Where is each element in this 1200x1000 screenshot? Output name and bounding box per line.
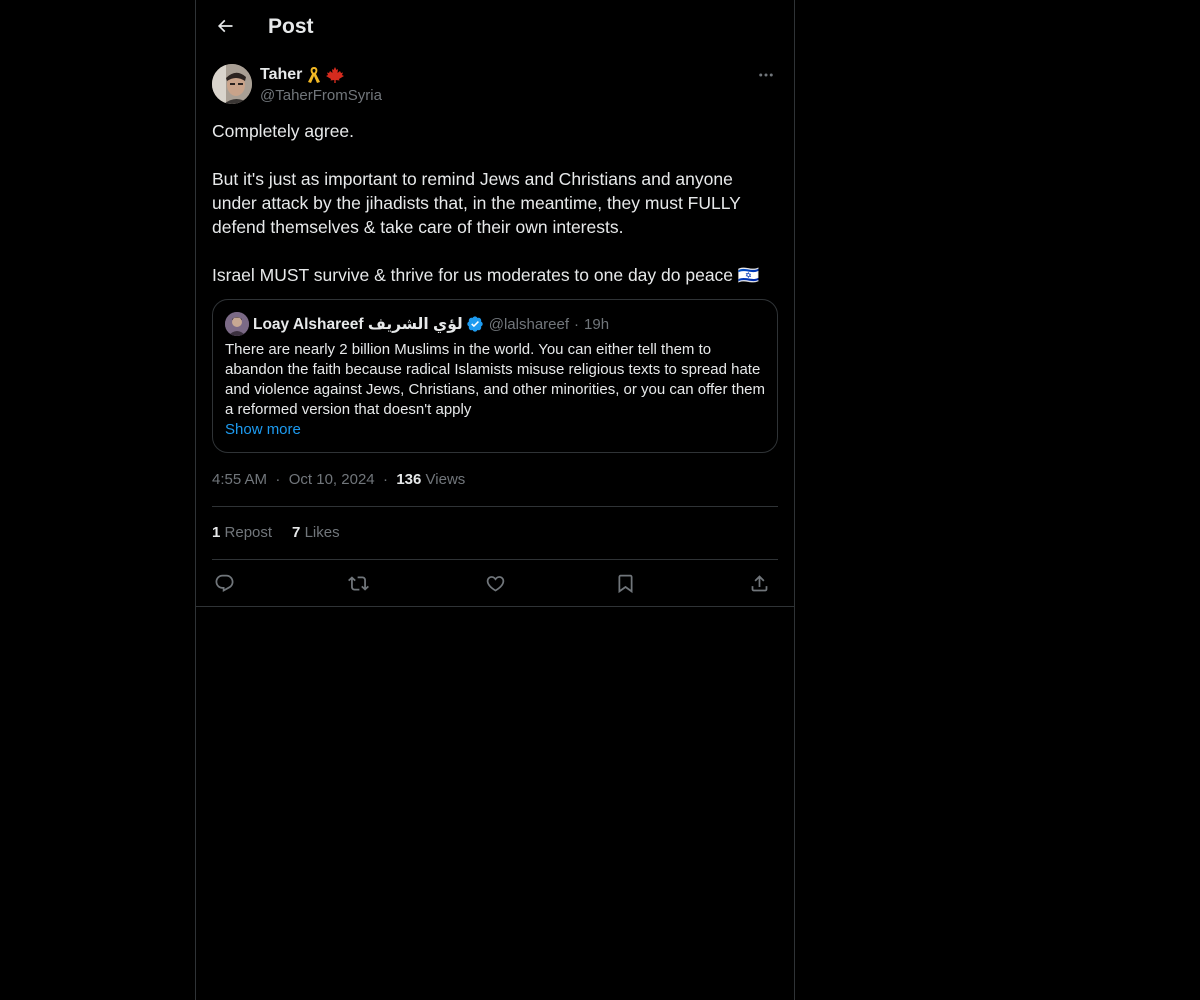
- arrow-left-icon: [215, 16, 235, 36]
- quoted-post-text: There are nearly 2 billion Muslims in th…: [225, 341, 765, 418]
- quoted-post[interactable]: Loay Alshareef لؤي الشريف @lalshareef · …: [212, 299, 778, 453]
- post-date[interactable]: Oct 10, 2024: [289, 471, 375, 488]
- repost-icon: [347, 573, 369, 594]
- post-header: Post: [196, 0, 794, 53]
- author-names: Taher @TaherFromSyria: [260, 64, 382, 106]
- quoted-author-name[interactable]: Loay Alshareef لؤي الشريف: [253, 315, 463, 334]
- reposts-count: 1: [212, 524, 221, 541]
- reposts-stat[interactable]: 1 Repost: [212, 523, 272, 543]
- likes-count: 7: [292, 524, 301, 541]
- post-paragraph: Israel MUST survive & thrive for us mode…: [212, 265, 760, 285]
- likes-label: Likes: [304, 524, 340, 541]
- post-meta: 4:55 AM · Oct 10, 2024 · 136 Views: [212, 470, 465, 490]
- more-horizontal-icon: [757, 66, 775, 84]
- post-paragraph: Completely agree.: [212, 121, 355, 141]
- repost-button[interactable]: [346, 571, 370, 595]
- page-title: Post: [268, 15, 314, 38]
- action-bar: [212, 571, 778, 595]
- author-handle[interactable]: @TaherFromSyria: [260, 86, 382, 106]
- quoted-post-header: Loay Alshareef لؤي الشريف @lalshareef · …: [225, 312, 609, 336]
- share-icon: [749, 573, 770, 594]
- main-column: Post Taher @TaherFromSyria Completely ag…: [195, 0, 795, 1000]
- separator-dot: ·: [382, 471, 388, 488]
- divider: [212, 506, 778, 507]
- divider: [212, 559, 778, 560]
- like-button[interactable]: [483, 571, 507, 595]
- author-display-name[interactable]: Taher: [260, 64, 382, 86]
- reply-icon: [214, 573, 235, 594]
- post-author: Taher @TaherFromSyria: [212, 64, 778, 108]
- more-button[interactable]: [754, 64, 778, 86]
- post-text: Completely agree. But it's just as impor…: [212, 119, 778, 287]
- maple-leaf-icon: [326, 67, 345, 83]
- post-stats: 1 Repost 7 Likes: [212, 523, 340, 543]
- bookmark-icon: [615, 573, 636, 594]
- yellow-ribbon-icon: [306, 66, 322, 84]
- post-paragraph: But it's just as important to remind Jew…: [212, 169, 741, 237]
- verified-badge-icon: [466, 315, 484, 333]
- quoted-author-handle[interactable]: @lalshareef: [489, 316, 569, 333]
- avatar[interactable]: [212, 64, 252, 104]
- reply-button[interactable]: [212, 571, 236, 595]
- quoted-post-time[interactable]: 19h: [584, 316, 609, 333]
- avatar[interactable]: [225, 312, 249, 336]
- separator-dot: ·: [275, 471, 281, 488]
- likes-stat[interactable]: 7 Likes: [292, 523, 340, 543]
- post-time[interactable]: 4:55 AM: [212, 471, 267, 488]
- views-label: Views: [425, 471, 466, 488]
- show-more-link[interactable]: Show more: [225, 420, 301, 440]
- views-count: 136: [396, 471, 422, 488]
- like-icon: [485, 573, 506, 594]
- bookmark-button[interactable]: [613, 571, 637, 595]
- back-button[interactable]: [208, 9, 242, 43]
- reposts-label: Repost: [224, 524, 273, 541]
- author-name-text: Taher: [260, 66, 303, 83]
- separator-dot: ·: [574, 315, 580, 333]
- divider: [196, 606, 794, 607]
- share-button[interactable]: [747, 571, 771, 595]
